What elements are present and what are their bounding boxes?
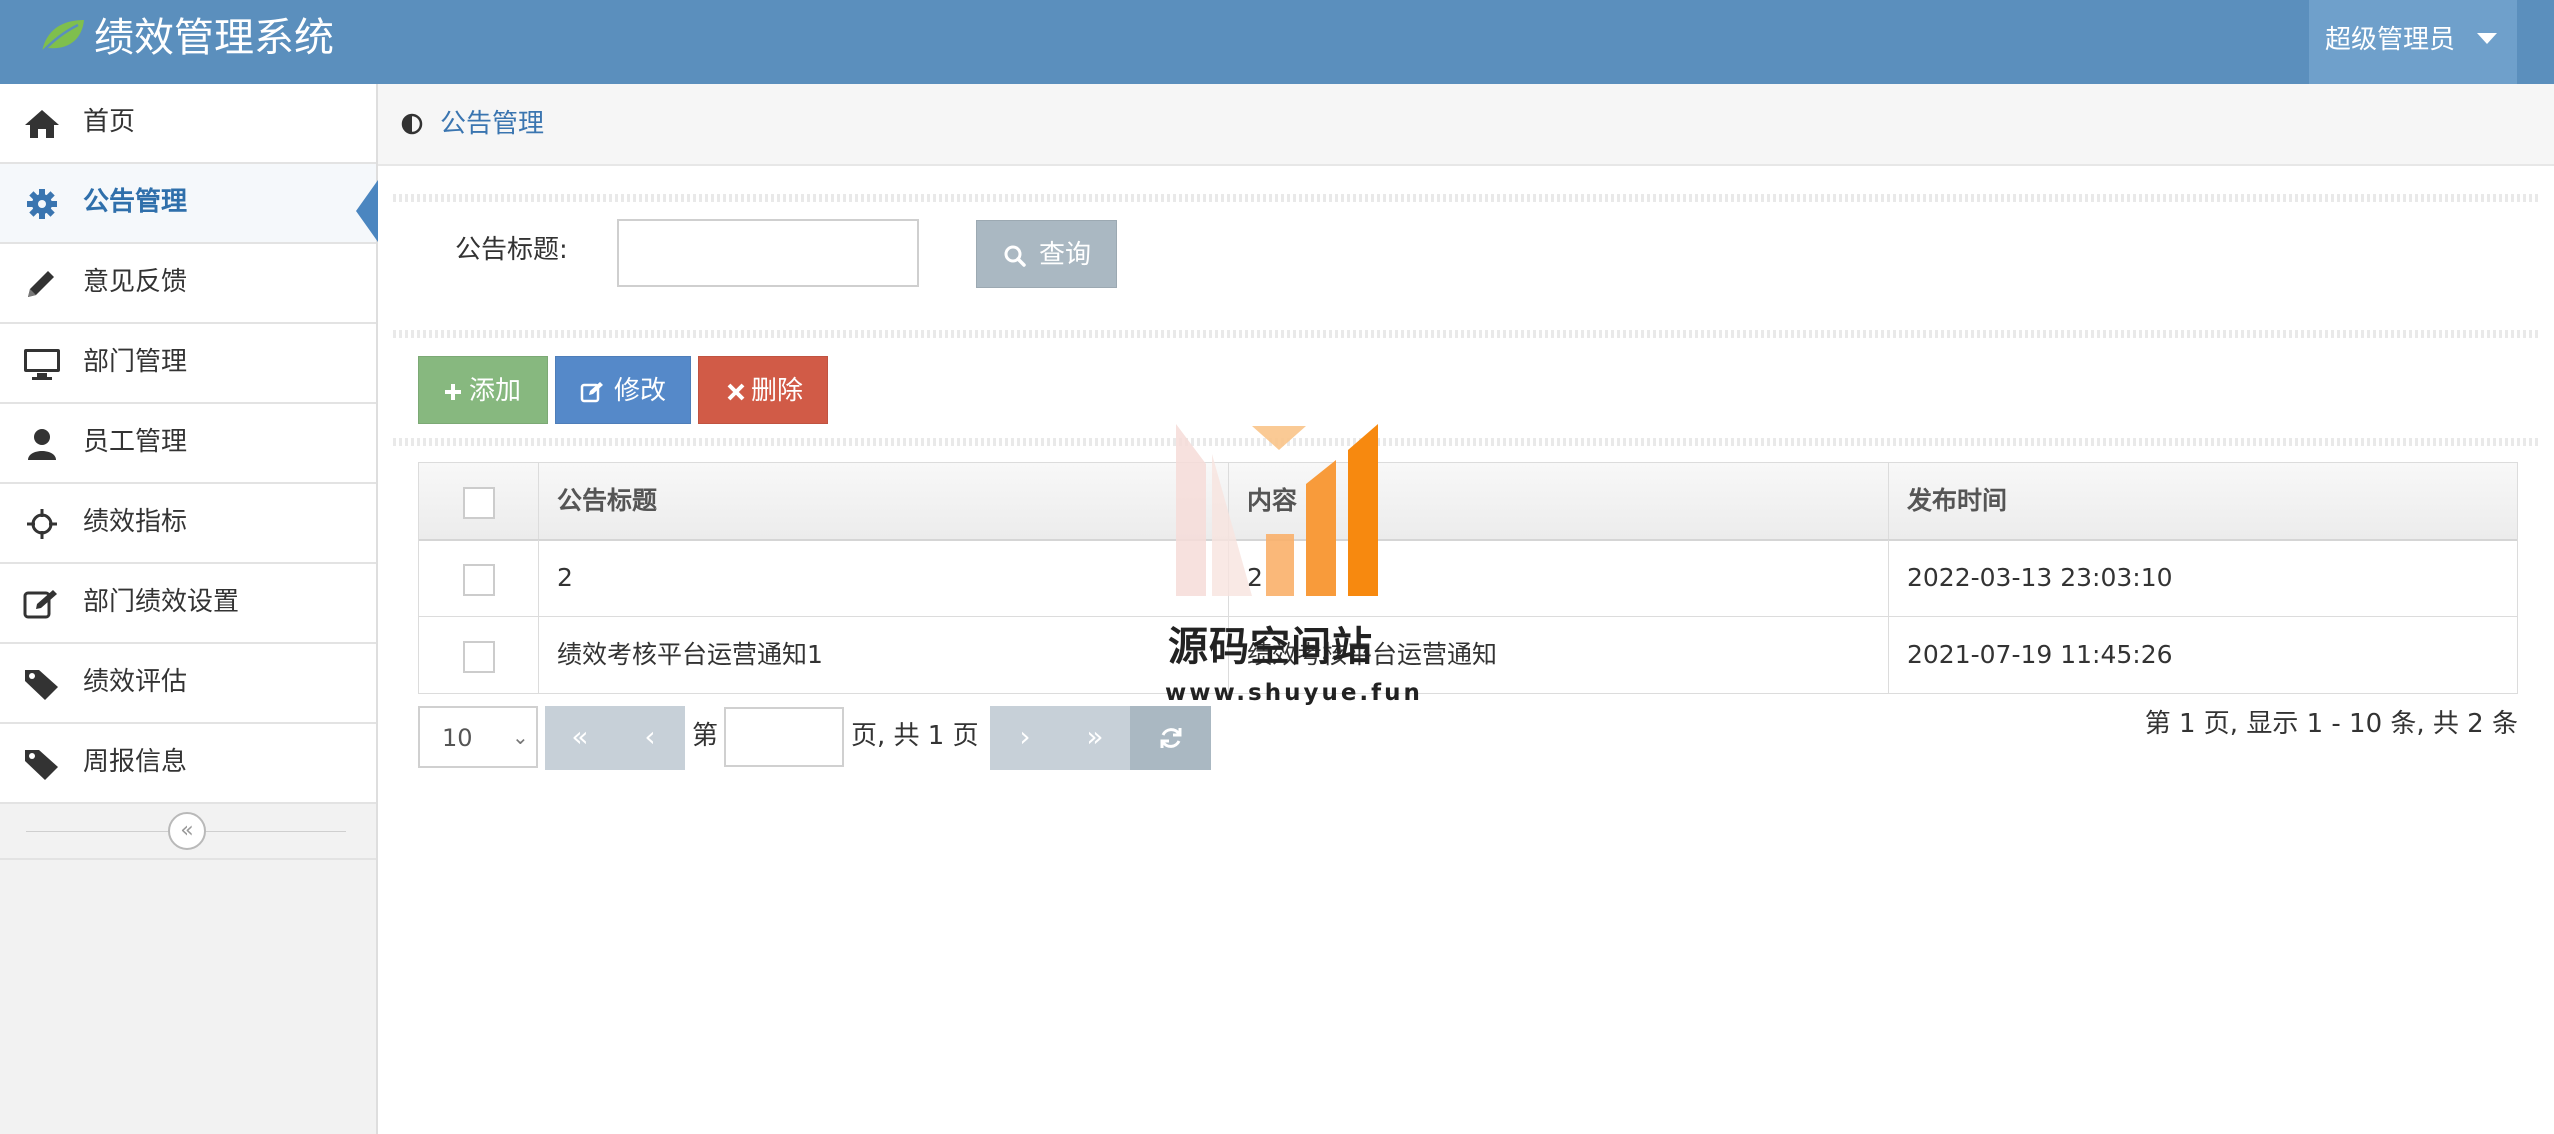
select-all-checkbox[interactable] <box>463 487 495 519</box>
delete-button-label: 删除 <box>751 376 804 406</box>
sidebar-item-dept-kpi-settings[interactable]: 部门绩效设置 <box>0 564 376 644</box>
sidebar-item-label: 周报信息 <box>83 747 188 777</box>
announcement-table: 公告标题 内容 发布时间 2 2 2022-03-13 23:03:10 绩效考… <box>418 462 2518 694</box>
row-select-cell <box>419 617 539 693</box>
sidebar-item-label: 绩效指标 <box>83 507 188 537</box>
last-page-button[interactable]: » <box>1060 706 1130 770</box>
watermark-logo-icon <box>1176 424 1378 596</box>
dotted-divider <box>393 330 2541 338</box>
column-header[interactable]: 公告标题 <box>539 463 1229 539</box>
row-checkbox[interactable] <box>463 564 495 596</box>
row-checkbox[interactable] <box>463 641 495 673</box>
leaf-logo-icon <box>41 20 84 53</box>
crosshairs-icon <box>22 507 62 541</box>
query-button[interactable]: 查询 <box>976 220 1117 288</box>
delete-button[interactable]: 删除 <box>698 356 828 424</box>
refresh-button[interactable] <box>1130 706 1211 770</box>
cell-text: 绩效考核平台运营通知1 <box>557 640 823 669</box>
pagination-summary: 第 1 页, 显示 1 - 10 条, 共 2 条 <box>2144 709 2518 739</box>
watermark-url: www.shuyue.fun <box>1165 680 1423 706</box>
refresh-icon <box>1160 728 1181 748</box>
plus-icon <box>445 384 461 400</box>
page-number-input[interactable] <box>724 707 844 767</box>
table-row[interactable]: 2 2 2022-03-13 23:03:10 <box>419 540 2517 617</box>
pencil-icon <box>22 267 62 301</box>
sidebar: 首页 公告管理 意见反馈 部门管理 员工管理 绩效指标 部门绩效设置 绩效评估 … <box>0 84 378 1134</box>
half-circle-icon <box>401 113 423 135</box>
search-title-label: 公告标题: <box>455 235 568 265</box>
page-size-value: 10 <box>442 724 473 752</box>
page-suffix-label: 页, 共 1 页 <box>851 721 979 751</box>
user-menu-dropdown[interactable]: 超级管理员 <box>2309 0 2517 84</box>
sidebar-item-label: 首页 <box>83 107 136 137</box>
table-header: 公告标题 内容 发布时间 <box>419 463 2517 541</box>
sidebar-item-evaluation[interactable]: 绩效评估 <box>0 644 376 724</box>
top-header: 绩效管理系统 超级管理员 <box>0 0 2554 84</box>
cell-time: 2022-03-13 23:03:10 <box>1889 540 2517 616</box>
app-title: 绩效管理系统 <box>94 15 334 61</box>
edit-icon <box>580 382 603 403</box>
tag-icon <box>22 667 62 701</box>
cell-title: 2 <box>539 540 1229 616</box>
query-button-label: 查询 <box>1039 240 1092 270</box>
row-select-cell <box>419 540 539 616</box>
add-button-label: 添加 <box>469 376 522 406</box>
edit-button[interactable]: 修改 <box>555 356 691 424</box>
sidebar-item-announcements[interactable]: 公告管理 <box>0 164 378 244</box>
first-page-button[interactable]: « <box>545 706 615 770</box>
breadcrumb-current[interactable]: 公告管理 <box>440 104 544 144</box>
edit-button-label: 修改 <box>614 376 667 406</box>
search-title-input[interactable] <box>617 219 919 287</box>
sidebar-item-feedback[interactable]: 意见反馈 <box>0 244 376 324</box>
sidebar-item-label: 绩效评估 <box>83 667 188 697</box>
column-header[interactable]: 发布时间 <box>1889 463 2517 539</box>
cell-text: 2021-07-19 11:45:26 <box>1907 640 2173 669</box>
active-indicator <box>356 180 378 242</box>
search-icon <box>1004 245 1026 267</box>
page-prefix-label: 第 <box>692 721 719 751</box>
sidebar-item-home[interactable]: 首页 <box>0 84 376 164</box>
cell-title: 绩效考核平台运营通知1 <box>539 617 1229 693</box>
sidebar-item-label: 员工管理 <box>83 427 188 457</box>
column-header-time: 发布时间 <box>1907 486 2008 515</box>
double-chevron-left-icon[interactable]: « <box>168 812 206 850</box>
caret-down-icon <box>2477 33 2497 44</box>
add-button[interactable]: 添加 <box>418 356 548 424</box>
chevron-down-icon: ⌄ <box>512 725 529 749</box>
gear-icon <box>22 187 62 221</box>
sidebar-item-kpi[interactable]: 绩效指标 <box>0 484 376 564</box>
edit-icon <box>22 587 62 621</box>
sidebar-item-employees[interactable]: 员工管理 <box>0 404 376 484</box>
next-page-button[interactable]: › <box>990 706 1060 770</box>
sidebar-item-label: 公告管理 <box>83 187 188 217</box>
sidebar-item-departments[interactable]: 部门管理 <box>0 324 376 404</box>
user-icon <box>22 427 62 461</box>
cell-text: 2 <box>557 563 573 592</box>
dotted-divider <box>393 194 2541 202</box>
page-size-select[interactable]: 10 ⌄ <box>418 706 538 768</box>
prev-page-button[interactable]: ‹ <box>615 706 685 770</box>
times-icon <box>727 383 745 401</box>
watermark-name: 源码空间站 <box>1168 624 1373 670</box>
breadcrumb: 公告管理 <box>378 84 2554 166</box>
sidebar-item-label: 意见反馈 <box>83 267 188 297</box>
header-select-cell <box>419 463 539 539</box>
column-header-title: 公告标题 <box>557 486 658 515</box>
home-icon <box>22 107 62 141</box>
cell-time: 2021-07-19 11:45:26 <box>1889 617 2517 693</box>
table-row[interactable]: 绩效考核平台运营通知1 绩效考核平台运营通知 2021-07-19 11:45:… <box>419 617 2517 693</box>
dotted-divider <box>393 438 2541 446</box>
sidebar-item-weekly-report[interactable]: 周报信息 <box>0 724 376 804</box>
monitor-icon <box>22 347 62 381</box>
cell-text: 2022-03-13 23:03:10 <box>1907 563 2173 592</box>
sidebar-item-label: 部门管理 <box>83 347 188 377</box>
user-name: 超级管理员 <box>2325 25 2456 55</box>
sidebar-item-label: 部门绩效设置 <box>83 587 240 617</box>
tag-icon <box>22 747 62 781</box>
sidebar-collapse-row: « <box>0 804 376 860</box>
